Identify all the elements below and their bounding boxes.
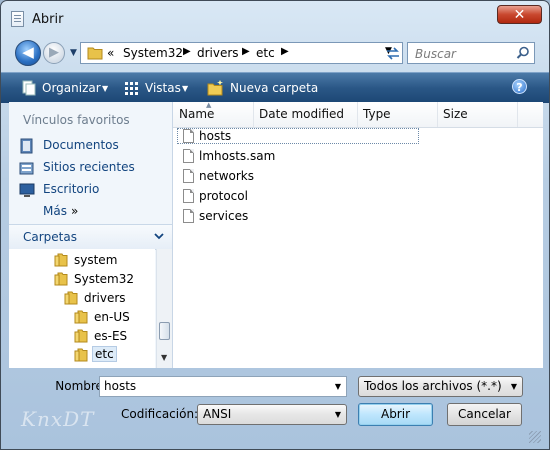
- breadcrumb-separator-icon[interactable]: ▶: [281, 46, 289, 57]
- file-icon: [183, 209, 194, 223]
- filename-input[interactable]: hosts ▼: [99, 376, 347, 397]
- views-icon: [125, 82, 138, 95]
- file-icon: [183, 149, 194, 163]
- folder-icon: [74, 348, 88, 362]
- chevron-down-icon: [154, 233, 164, 240]
- search-box[interactable]: Buscar: [407, 42, 535, 64]
- breadcrumb-etc[interactable]: etc: [256, 46, 275, 60]
- breadcrumb-overflow[interactable]: «: [107, 46, 114, 60]
- file-item-label: services: [199, 209, 249, 223]
- close-button[interactable]: ✕: [497, 5, 542, 24]
- open-file-dialog: Abrir ✕ ◀ ▶ ▼ « System32 ▶ drivers ▶ etc…: [0, 0, 550, 450]
- column-divider[interactable]: [357, 102, 358, 127]
- breadcrumb-system32[interactable]: System32: [123, 46, 183, 60]
- file-item-label: hosts: [199, 129, 232, 143]
- command-bar: Organizar ▼ Vistas ▼ Nueva carpeta: [1, 72, 549, 103]
- sidebar-item-label: Escritorio: [43, 182, 100, 196]
- recent-places-icon: [19, 162, 34, 175]
- folder-icon: [74, 310, 88, 324]
- column-divider[interactable]: [517, 102, 518, 127]
- filetype-dropdown-icon[interactable]: ▼: [506, 377, 522, 396]
- file-item-label: protocol: [199, 189, 248, 203]
- tree-item-label: en-US: [94, 310, 130, 324]
- scrollbar-thumb[interactable]: [159, 322, 170, 340]
- open-button[interactable]: Abrir: [358, 403, 433, 426]
- views-menu[interactable]: Vistas: [145, 81, 181, 95]
- filetype-select[interactable]: Todos los archivos (*.*) ▼: [358, 376, 523, 397]
- search-input[interactable]: Buscar: [415, 47, 456, 61]
- file-item-label: lmhosts.sam: [199, 149, 276, 163]
- breadcrumb-separator-icon[interactable]: ▶: [242, 46, 250, 57]
- more-chevron-icon: »: [71, 204, 79, 218]
- views-chevron-icon[interactable]: ▼: [182, 84, 188, 93]
- tree-item-label: etc: [92, 346, 117, 362]
- sort-ascending-icon: ▲: [206, 101, 212, 109]
- resize-grip-icon[interactable]: [529, 431, 541, 443]
- folder-tree-scrollbar[interactable]: ▼: [156, 249, 172, 368]
- column-divider[interactable]: [253, 102, 254, 127]
- tree-item-label: system: [74, 253, 118, 267]
- folder-icon: [74, 329, 88, 343]
- window-title: Abrir: [32, 12, 64, 27]
- encoding-value: ANSI: [203, 407, 232, 421]
- organize-icon: [22, 80, 36, 96]
- column-header-date-modified[interactable]: Date modified: [259, 107, 344, 121]
- filename-value: hosts: [104, 379, 137, 393]
- sidebar-item-label: Documentos: [43, 138, 119, 152]
- organize-menu[interactable]: Organizar: [42, 81, 101, 95]
- file-icon: [183, 129, 194, 143]
- folder-icon: [64, 291, 78, 305]
- filetype-value: Todos los archivos (*.*): [364, 379, 502, 393]
- scroll-down-icon[interactable]: ▼: [161, 353, 167, 362]
- title-bar: Abrir ✕: [1, 1, 549, 39]
- column-divider[interactable]: [437, 102, 438, 127]
- navigation-pane: Vínculos favoritos Documentos Sitios rec…: [9, 102, 173, 368]
- breadcrumb-drivers[interactable]: drivers: [197, 46, 239, 60]
- new-folder-icon: [207, 80, 223, 96]
- sidebar-item-label: Más: [43, 204, 67, 218]
- cancel-button[interactable]: Cancelar: [447, 403, 522, 426]
- folder-icon: [54, 272, 68, 286]
- file-icon: [183, 189, 194, 203]
- filename-dropdown-icon[interactable]: ▼: [330, 377, 346, 396]
- notepad-icon: [11, 11, 24, 27]
- folder-tree: system System32 drivers en-US es-ES etc: [9, 249, 155, 368]
- breadcrumb-separator-icon[interactable]: ▶: [183, 46, 191, 57]
- forward-button[interactable]: ▶: [43, 42, 65, 64]
- desktop-icon: [19, 183, 35, 197]
- folders-header-label: Carpetas: [23, 230, 77, 244]
- address-bar[interactable]: « System32 ▶ drivers ▶ etc ▶: [80, 42, 403, 64]
- organize-chevron-icon[interactable]: ▼: [102, 84, 108, 93]
- folder-icon: [87, 47, 103, 60]
- folders-header[interactable]: Carpetas: [9, 224, 172, 250]
- file-item-label: networks: [199, 169, 254, 183]
- encoding-dropdown-icon[interactable]: ▼: [330, 405, 346, 424]
- tree-item-label: es-ES: [94, 329, 128, 343]
- sidebar-item-label: Sitios recientes: [43, 160, 135, 174]
- favorite-links-header: Vínculos favoritos: [23, 113, 130, 127]
- encoding-label: Codificación:: [121, 407, 199, 421]
- refresh-icon[interactable]: [383, 45, 403, 62]
- documents-icon: [20, 138, 33, 154]
- folder-icon: [54, 253, 68, 267]
- column-header-size[interactable]: Size: [443, 107, 468, 121]
- file-list-pane: Name ▲ Date modified Type Size hosts lmh…: [173, 101, 543, 368]
- search-icon[interactable]: [516, 46, 530, 60]
- new-folder-button[interactable]: Nueva carpeta: [230, 81, 318, 95]
- encoding-select[interactable]: ANSI ▼: [197, 404, 347, 425]
- back-button[interactable]: ◀: [15, 40, 41, 66]
- file-item-hosts[interactable]: hosts: [177, 128, 419, 144]
- watermark: KnxDT: [21, 407, 95, 431]
- help-icon[interactable]: ?: [512, 79, 527, 94]
- file-icon: [183, 169, 194, 183]
- tree-item-label: drivers: [84, 291, 126, 305]
- recent-pages-chevron-icon[interactable]: ▼: [70, 48, 77, 58]
- column-header-type[interactable]: Type: [363, 107, 391, 121]
- column-header-name[interactable]: Name: [179, 107, 214, 121]
- tree-item-label: System32: [74, 272, 135, 286]
- column-header-row: Name ▲ Date modified Type Size: [173, 101, 543, 128]
